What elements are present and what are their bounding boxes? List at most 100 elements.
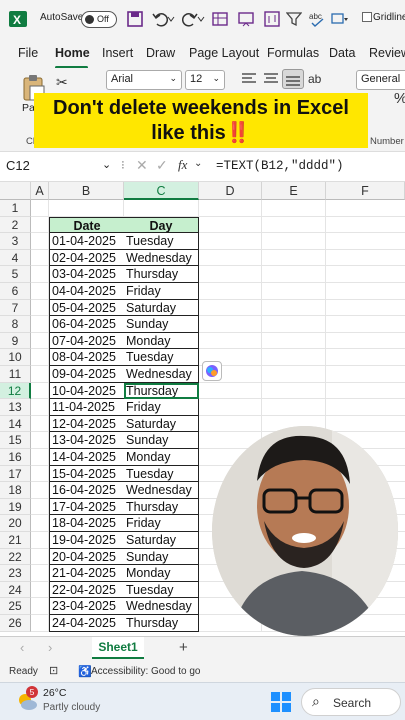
row-header[interactable]: 6 <box>0 283 31 300</box>
day-cell[interactable]: Wednesday <box>124 366 199 383</box>
sheet-tab-sheet1[interactable]: Sheet1 <box>92 637 144 659</box>
filter-icon[interactable] <box>284 9 304 29</box>
row-header[interactable]: 21 <box>0 532 31 549</box>
date-cell[interactable]: 14-04-2025 <box>49 449 125 466</box>
date-cell[interactable]: 01-04-2025 <box>49 233 125 250</box>
add-sheet-button[interactable]: + <box>179 639 188 656</box>
date-cell[interactable]: 21-04-2025 <box>49 565 125 582</box>
row-header[interactable]: 8 <box>0 316 31 333</box>
row-header[interactable]: 11 <box>0 366 31 383</box>
row-header[interactable]: 13 <box>0 399 31 416</box>
percent-icon[interactable]: % <box>394 90 405 107</box>
date-cell[interactable]: 09-04-2025 <box>49 366 125 383</box>
day-cell[interactable]: Thursday <box>124 382 199 400</box>
date-cell[interactable]: 19-04-2025 <box>49 532 125 549</box>
taskbar-search[interactable]: ⌕ Search <box>301 688 401 716</box>
day-cell[interactable]: Wednesday <box>124 482 199 499</box>
row-header[interactable]: 4 <box>0 249 31 267</box>
select-all-corner[interactable] <box>0 182 31 200</box>
date-cell[interactable]: 23-04-2025 <box>49 598 125 615</box>
column-header-d[interactable]: D <box>199 182 262 200</box>
row-header[interactable]: 15 <box>0 432 31 449</box>
day-cell[interactable]: Saturday <box>124 415 199 433</box>
prev-sheet-icon[interactable]: ‹ <box>20 640 24 655</box>
sort-icon[interactable] <box>262 9 282 29</box>
day-cell[interactable]: Friday <box>124 515 199 532</box>
day-cell[interactable]: Wednesday <box>124 249 199 267</box>
day-cell[interactable]: Monday <box>124 449 199 466</box>
date-cell[interactable]: 20-04-2025 <box>49 548 125 566</box>
tab-draw[interactable]: Draw <box>146 46 175 60</box>
date-cell[interactable]: 15-04-2025 <box>49 465 125 483</box>
copilot-icon[interactable] <box>202 361 222 381</box>
windows-start-icon[interactable] <box>271 692 291 717</box>
day-cell[interactable]: Sunday <box>124 316 199 333</box>
date-cell[interactable]: 16-04-2025 <box>49 482 125 499</box>
name-box[interactable]: C12 ⌄ <box>6 158 116 178</box>
date-cell[interactable]: 06-04-2025 <box>49 316 125 333</box>
date-cell[interactable]: 13-04-2025 <box>49 432 125 449</box>
day-cell[interactable]: Tuesday <box>124 465 199 483</box>
row-header[interactable]: 25 <box>0 598 31 615</box>
date-cell[interactable]: 05-04-2025 <box>49 299 125 317</box>
day-cell[interactable]: Monday <box>124 332 199 350</box>
row-header[interactable]: 1 <box>0 200 31 217</box>
date-cell[interactable]: 02-04-2025 <box>49 249 125 267</box>
row-header[interactable]: 16 <box>0 449 31 466</box>
row-header[interactable]: 2 <box>0 216 31 234</box>
tab-review[interactable]: Review <box>369 46 405 60</box>
day-cell[interactable]: Thursday <box>124 615 199 632</box>
row-header[interactable]: 20 <box>0 515 31 532</box>
row-header[interactable]: 18 <box>0 482 31 499</box>
day-cell[interactable]: Tuesday <box>124 349 199 366</box>
row-header[interactable]: 5 <box>0 266 31 283</box>
row-header[interactable]: 14 <box>0 415 31 433</box>
tab-insert[interactable]: Insert <box>102 46 133 60</box>
chevron-down-icon[interactable]: ⌄ <box>194 158 202 169</box>
customize-icon[interactable] <box>330 9 350 29</box>
row-header[interactable]: 24 <box>0 581 31 599</box>
day-cell[interactable]: Sunday <box>124 548 199 566</box>
column-header-c[interactable]: C <box>124 182 199 200</box>
date-cell[interactable]: 18-04-2025 <box>49 515 125 532</box>
date-cell[interactable]: 22-04-2025 <box>49 581 125 599</box>
tab-formulas[interactable]: Formulas <box>267 46 319 60</box>
row-header[interactable]: 10 <box>0 349 31 366</box>
presentation-icon[interactable] <box>236 9 256 29</box>
next-sheet-icon[interactable]: › <box>48 640 52 655</box>
align-bottom-icon[interactable] <box>282 69 304 89</box>
formula-input[interactable]: =TEXT(B12,"dddd") <box>216 159 344 173</box>
date-cell[interactable]: 04-04-2025 <box>49 283 125 300</box>
accessibility-status[interactable]: Accessibility: Good to go <box>91 666 201 677</box>
row-header[interactable]: 22 <box>0 548 31 566</box>
redo-dropdown-icon[interactable] <box>196 9 206 29</box>
tab-data[interactable]: Data <box>329 46 355 60</box>
date-cell[interactable]: 24-04-2025 <box>49 615 125 632</box>
tab-home[interactable]: Home <box>55 46 90 60</box>
day-cell[interactable]: Thursday <box>124 498 199 516</box>
date-cell[interactable]: 17-04-2025 <box>49 498 125 516</box>
day-cell[interactable]: Wednesday <box>124 598 199 615</box>
column-header-a[interactable]: A <box>31 182 49 200</box>
autosave-toggle[interactable]: Off <box>81 11 117 28</box>
row-header[interactable]: 19 <box>0 498 31 516</box>
day-cell[interactable]: Tuesday <box>124 233 199 250</box>
day-cell[interactable]: Tuesday <box>124 581 199 599</box>
row-header[interactable]: 26 <box>0 615 31 632</box>
date-cell[interactable]: 07-04-2025 <box>49 332 125 350</box>
insert-function-icon[interactable]: fx <box>178 157 187 173</box>
row-header[interactable]: 3 <box>0 233 31 250</box>
day-cell[interactable]: Saturday <box>124 299 199 317</box>
column-header-f[interactable]: F <box>326 182 405 200</box>
day-cell[interactable]: Sunday <box>124 432 199 449</box>
align-left-icon[interactable] <box>242 72 256 90</box>
wrap-text-icon[interactable]: ab <box>308 72 321 86</box>
align-center-icon[interactable] <box>264 72 278 90</box>
gridlines-checkbox[interactable] <box>362 12 372 22</box>
day-cell[interactable]: Saturday <box>124 532 199 549</box>
date-cell[interactable]: 11-04-2025 <box>49 399 125 416</box>
cancel-icon[interactable]: ✕ <box>136 157 148 174</box>
row-header[interactable]: 9 <box>0 332 31 350</box>
font-size-select[interactable]: 12 ⌄ <box>185 70 225 90</box>
cut-icon[interactable]: ✂ <box>56 74 68 91</box>
